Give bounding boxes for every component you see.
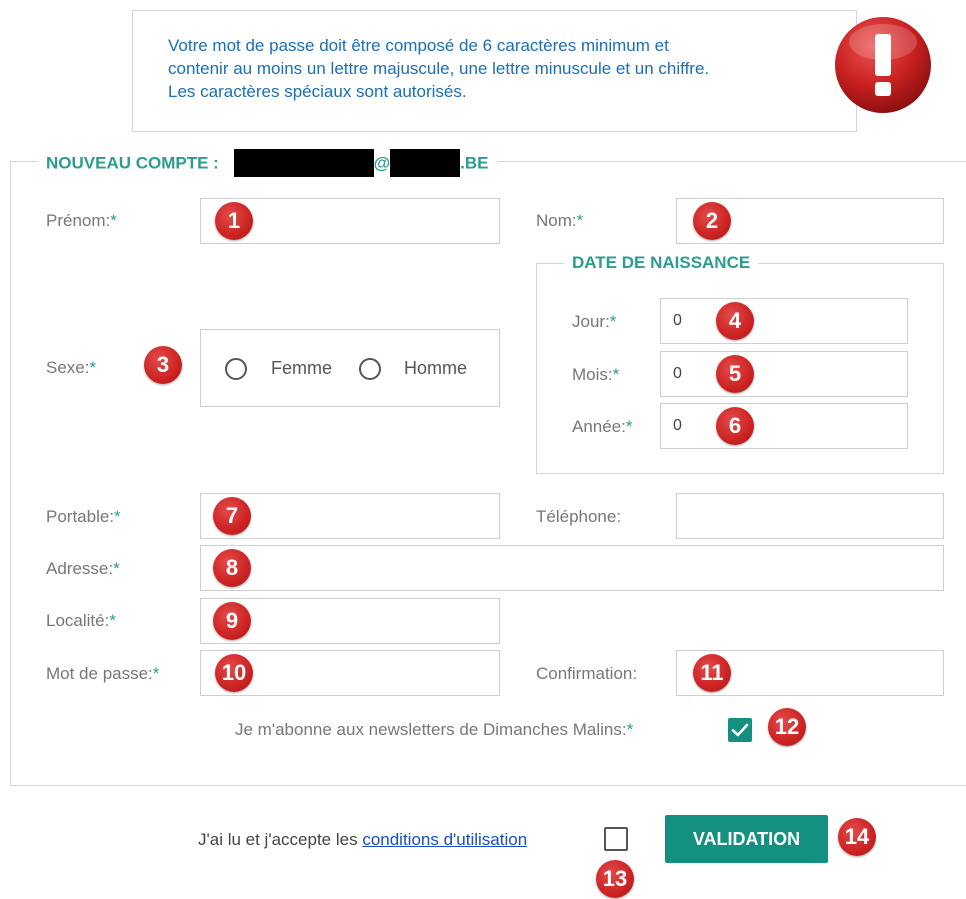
terms-prefix: J'ai lu et j'accepte les: [198, 830, 358, 849]
phone-input[interactable]: [676, 493, 944, 539]
redacted-email-user: [233, 149, 374, 177]
year-input[interactable]: 0: [660, 403, 908, 449]
badge-12: 12: [768, 708, 806, 746]
badge-10: 10: [215, 654, 253, 692]
checkmark-icon: [731, 723, 749, 737]
confirm-label: Confirmation:: [536, 664, 638, 683]
badge-14: 14: [838, 818, 876, 856]
badge-4: 4: [716, 302, 754, 340]
exclamation-alert-icon: [835, 17, 931, 113]
newsletter-label: Je m'abonne aux newsletters de Dimanches…: [235, 720, 634, 739]
month-label: Mois:*: [572, 365, 620, 384]
city-label: Localité:*: [46, 611, 116, 630]
phone-label: Téléphone:: [536, 507, 622, 526]
badge-8: 8: [213, 549, 251, 587]
address-label: Adresse:*: [46, 559, 120, 578]
info-line-3: Les caractères spéciaux sont autorisés.: [168, 82, 467, 101]
mobile-label: Portable:*: [46, 507, 121, 526]
terms-checkbox[interactable]: [604, 827, 628, 851]
day-label: Jour:*: [572, 312, 617, 331]
badge-3: 3: [144, 346, 182, 384]
new-account-legend: NOUVEAU COMPTE : @ .BE: [38, 149, 497, 177]
newsletter-checkbox[interactable]: [728, 718, 752, 742]
badge-11: 11: [693, 654, 731, 692]
info-line-1: Votre mot de passe doit être composé de …: [168, 36, 669, 55]
badge-6: 6: [716, 407, 754, 445]
firstname-label: Prénom:*: [46, 211, 117, 230]
month-input[interactable]: 0: [660, 351, 908, 397]
birthdate-legend: DATE DE NAISSANCE: [564, 251, 759, 275]
redacted-email-domain: [390, 149, 461, 177]
badge-5: 5: [716, 355, 754, 393]
address-input[interactable]: [200, 545, 944, 591]
sex-label: Sexe:*: [46, 358, 97, 377]
badge-1: 1: [215, 202, 253, 240]
radio-male[interactable]: [359, 358, 381, 380]
badge-2: 2: [693, 202, 731, 240]
password-info-text: Votre mot de passe doit être composé de …: [168, 34, 828, 103]
password-label: Mot de passe:*: [46, 664, 160, 683]
lastname-label: Nom:*: [536, 211, 584, 230]
email-at: @: [373, 153, 391, 173]
validation-button[interactable]: VALIDATION: [665, 815, 828, 863]
legend-title: NOUVEAU COMPTE :: [46, 153, 219, 173]
radio-female[interactable]: [225, 358, 247, 380]
radio-male-label[interactable]: Homme: [404, 358, 467, 379]
radio-female-label[interactable]: Femme: [271, 358, 332, 379]
info-line-2: contenir au moins un lettre majuscule, u…: [168, 59, 710, 78]
email-domain-suffix: .BE: [460, 153, 489, 173]
terms-text: J'ai lu et j'accepte les conditions d'ut…: [198, 830, 527, 850]
day-input[interactable]: 0: [660, 298, 908, 344]
badge-13: 13: [596, 860, 634, 898]
terms-link[interactable]: conditions d'utilisation: [362, 830, 527, 849]
badge-9: 9: [213, 602, 251, 640]
badge-7: 7: [213, 497, 251, 535]
year-label: Année:*: [572, 417, 633, 436]
